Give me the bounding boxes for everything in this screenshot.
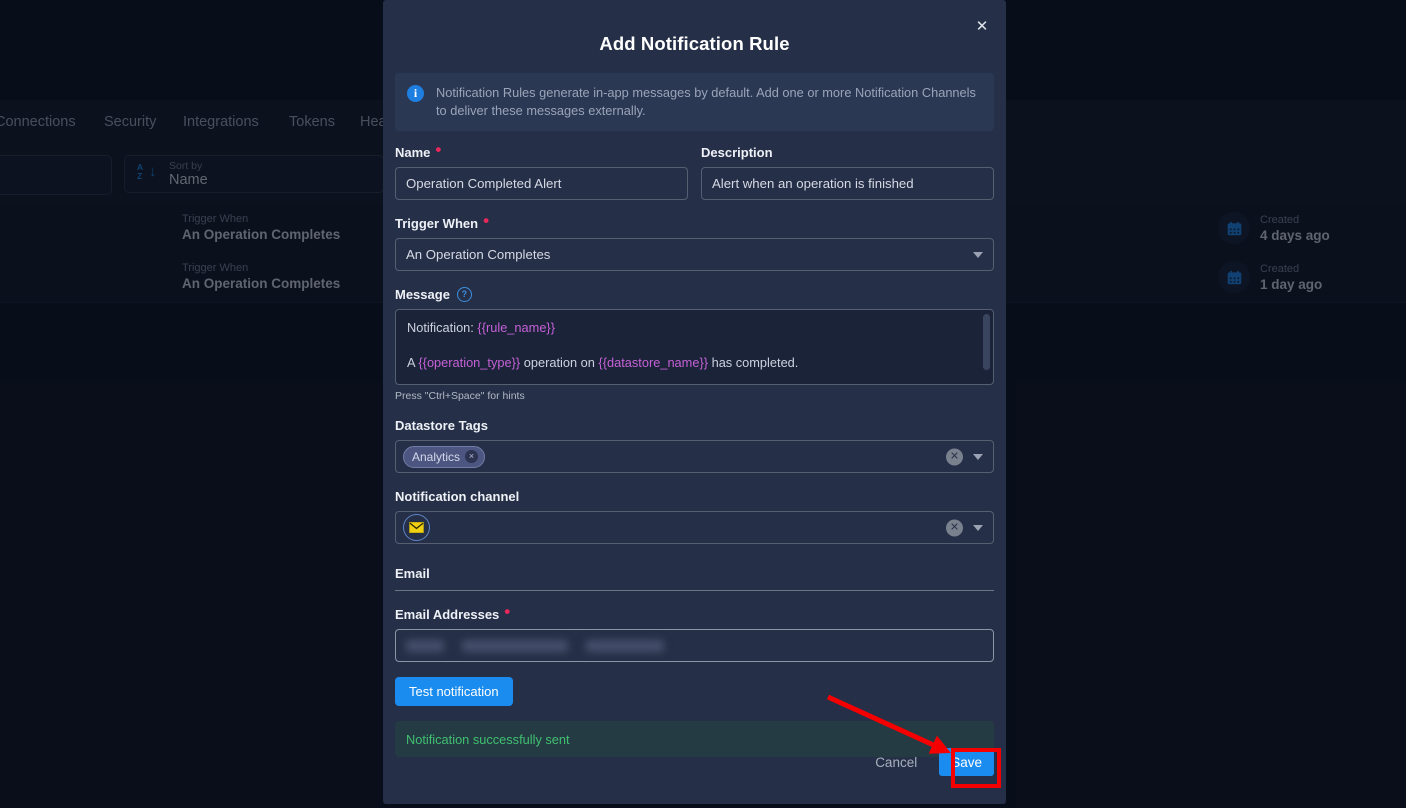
message-line2-var1: {{operation_type}} [418,355,521,370]
tag-chip[interactable]: Analytics × [403,445,486,468]
description-label-text: Description [701,145,773,160]
trigger-when-value: An Operation Completes [406,247,551,262]
datastore-tags-label: Datastore Tags [395,418,994,433]
name-label-text: Name [395,145,431,160]
trigger-when-label: Trigger When • [395,210,994,232]
test-notification-button[interactable]: Test notification [395,677,513,706]
remove-tag-icon[interactable]: × [465,450,479,463]
dialog-footer: Cancel Save [395,748,994,776]
message-line-2: A {{operation_type}} operation on {{data… [407,354,982,371]
cancel-button[interactable]: Cancel [867,749,925,776]
trigger-when-select[interactable]: An Operation Completes [395,238,994,271]
message-hint: Press "Ctrl+Space" for hints [395,390,525,402]
message-editor[interactable]: Notification: {{rule_name}} A {{operatio… [395,309,994,385]
message-line1-var: {{rule_name}} [477,320,555,335]
message-scrollbar-thumb[interactable] [983,314,990,370]
redacted-email [462,639,568,652]
message-label-text: Message [395,287,450,302]
redacted-email [586,639,664,652]
chevron-down-icon [973,251,983,258]
datastore-tags-select[interactable]: Analytics × ✕ [395,440,994,473]
add-notification-rule-dialog: ✕ Add Notification Rule i Notification R… [383,0,1006,804]
success-message: Notification successfully sent [406,731,570,747]
help-icon[interactable]: ? [456,287,472,302]
message-line2-a: A [407,355,419,370]
email-addresses-input[interactable] [395,629,994,662]
chevron-down-icon[interactable] [973,524,983,531]
tag-chip-label: Analytics [412,449,461,464]
name-input[interactable] [395,167,688,200]
save-button[interactable]: Save [939,748,994,776]
email-envelope-icon[interactable] [403,514,430,541]
message-line2-b: operation on [520,355,599,370]
message-line1-prefix: Notification: [407,320,478,335]
email-section-title: Email [395,566,994,591]
message-scrollbar[interactable] [983,314,990,380]
required-marker: • [435,139,442,159]
info-banner-text: Notification Rules generate in-app messa… [436,85,976,118]
clear-tags-icon[interactable]: ✕ [946,448,963,465]
redacted-email [406,639,444,652]
notification-channel-select[interactable]: ✕ [395,511,994,544]
notification-channel-label: Notification channel [395,489,994,504]
clear-channel-icon[interactable]: ✕ [946,519,963,536]
notification-rule-form: Name • Description Trigger When • An Ope… [395,139,994,757]
datastore-tags-label-text: Datastore Tags [395,418,488,433]
message-line2-var2: {{datastore_name}} [598,355,709,370]
chevron-down-icon[interactable] [973,453,983,460]
trigger-when-label-text: Trigger When [395,216,479,231]
info-banner: i Notification Rules generate in-app mes… [395,73,994,131]
description-input[interactable] [701,167,994,200]
message-line-1: Notification: {{rule_name}} [407,319,982,336]
email-addresses-label-text: Email Addresses [395,607,500,622]
description-label: Description [701,145,994,160]
message-label: Message ? [395,287,994,302]
name-label: Name • [395,139,688,161]
required-marker: • [504,601,511,621]
required-marker: • [483,210,490,230]
info-icon: i [407,85,424,102]
dialog-title: Add Notification Rule [599,33,790,54]
email-addresses-label: Email Addresses • [395,601,994,623]
notification-channel-label-text: Notification channel [395,489,520,504]
message-line2-c: has completed. [708,355,799,370]
close-icon[interactable]: ✕ [969,13,995,39]
